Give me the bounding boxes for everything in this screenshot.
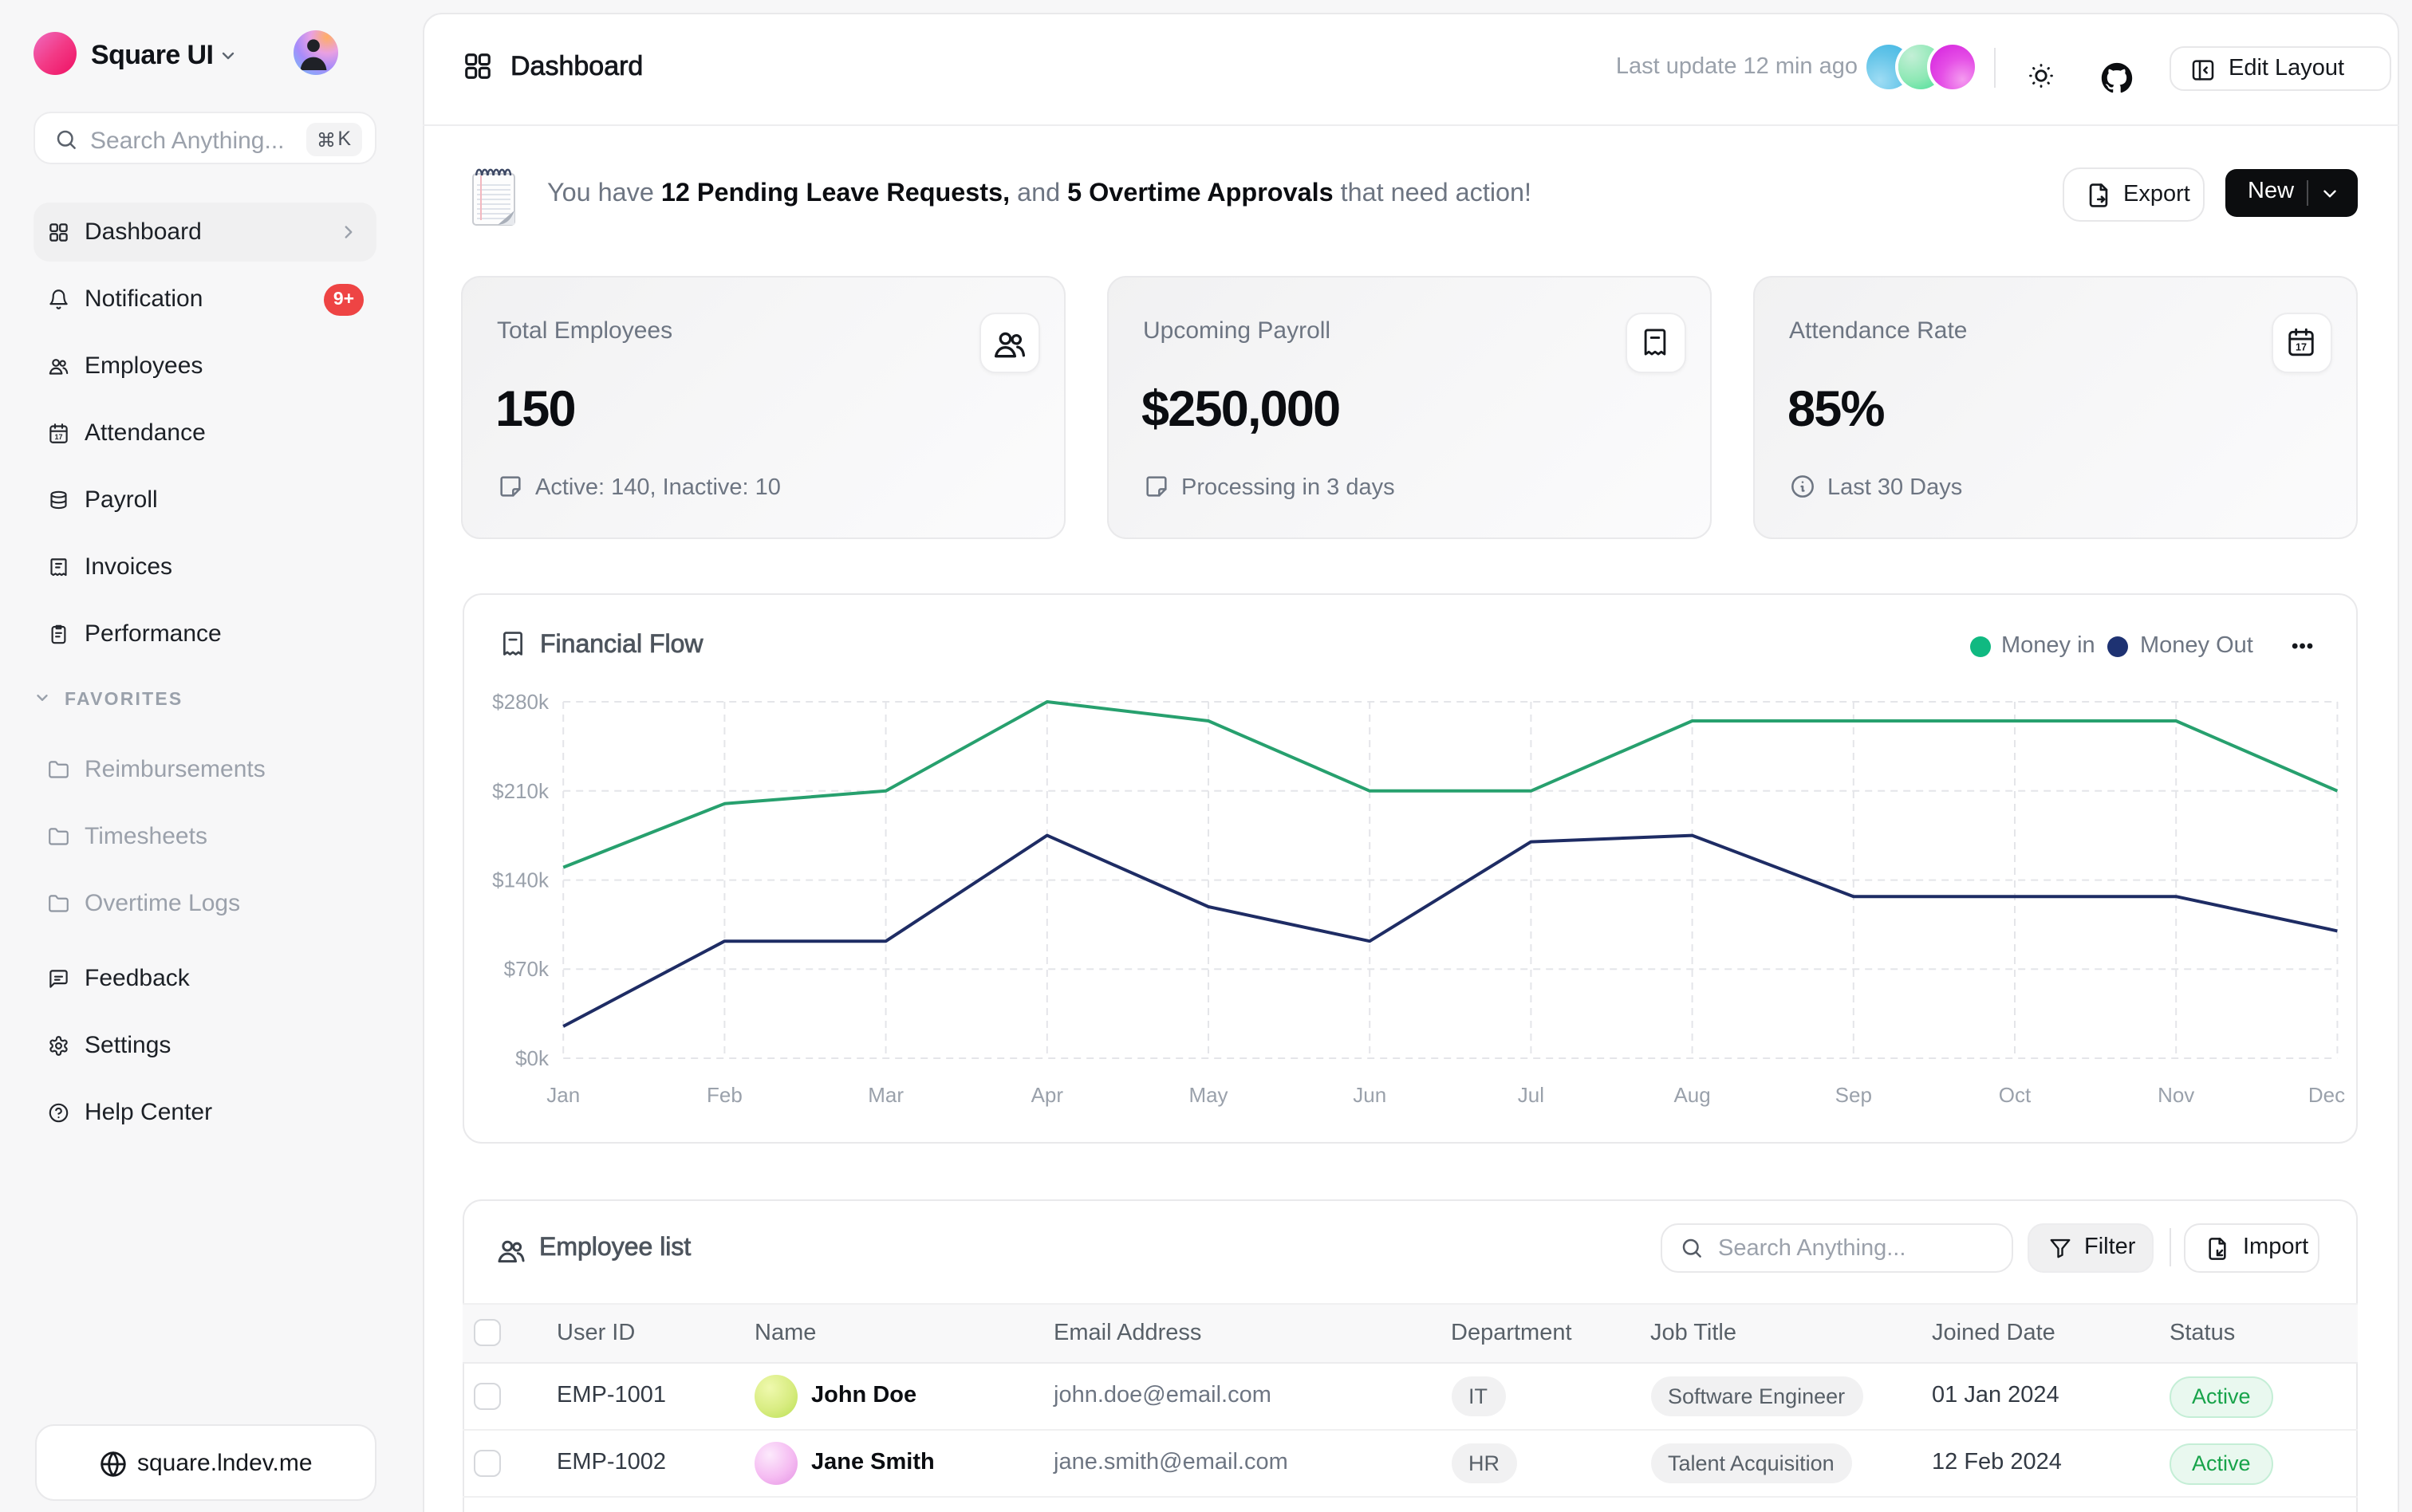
svg-text:Aug: Aug: [1673, 1082, 1709, 1106]
svg-text:$280k: $280k: [491, 689, 549, 713]
svg-text:$70k: $70k: [503, 956, 549, 980]
svg-text:Oct: Oct: [1998, 1082, 2031, 1106]
svg-text:Dec: Dec: [2308, 1082, 2344, 1106]
svg-text:$140k: $140k: [491, 868, 549, 892]
svg-text:17: 17: [2296, 341, 2307, 352]
svg-text:Mar: Mar: [867, 1082, 903, 1106]
svg-text:May: May: [1188, 1082, 1227, 1106]
svg-text:Jan: Jan: [546, 1082, 579, 1106]
svg-text:Jun: Jun: [1352, 1082, 1385, 1106]
svg-text:Nov: Nov: [2157, 1082, 2193, 1106]
svg-text:Feb: Feb: [706, 1082, 742, 1106]
svg-text:Sep: Sep: [1835, 1082, 1871, 1106]
svg-text:$0k: $0k: [514, 1045, 549, 1069]
svg-text:17: 17: [54, 432, 62, 440]
svg-text:Jul: Jul: [1517, 1082, 1543, 1106]
svg-text:$210k: $210k: [491, 778, 549, 802]
svg-text:Apr: Apr: [1031, 1082, 1063, 1106]
